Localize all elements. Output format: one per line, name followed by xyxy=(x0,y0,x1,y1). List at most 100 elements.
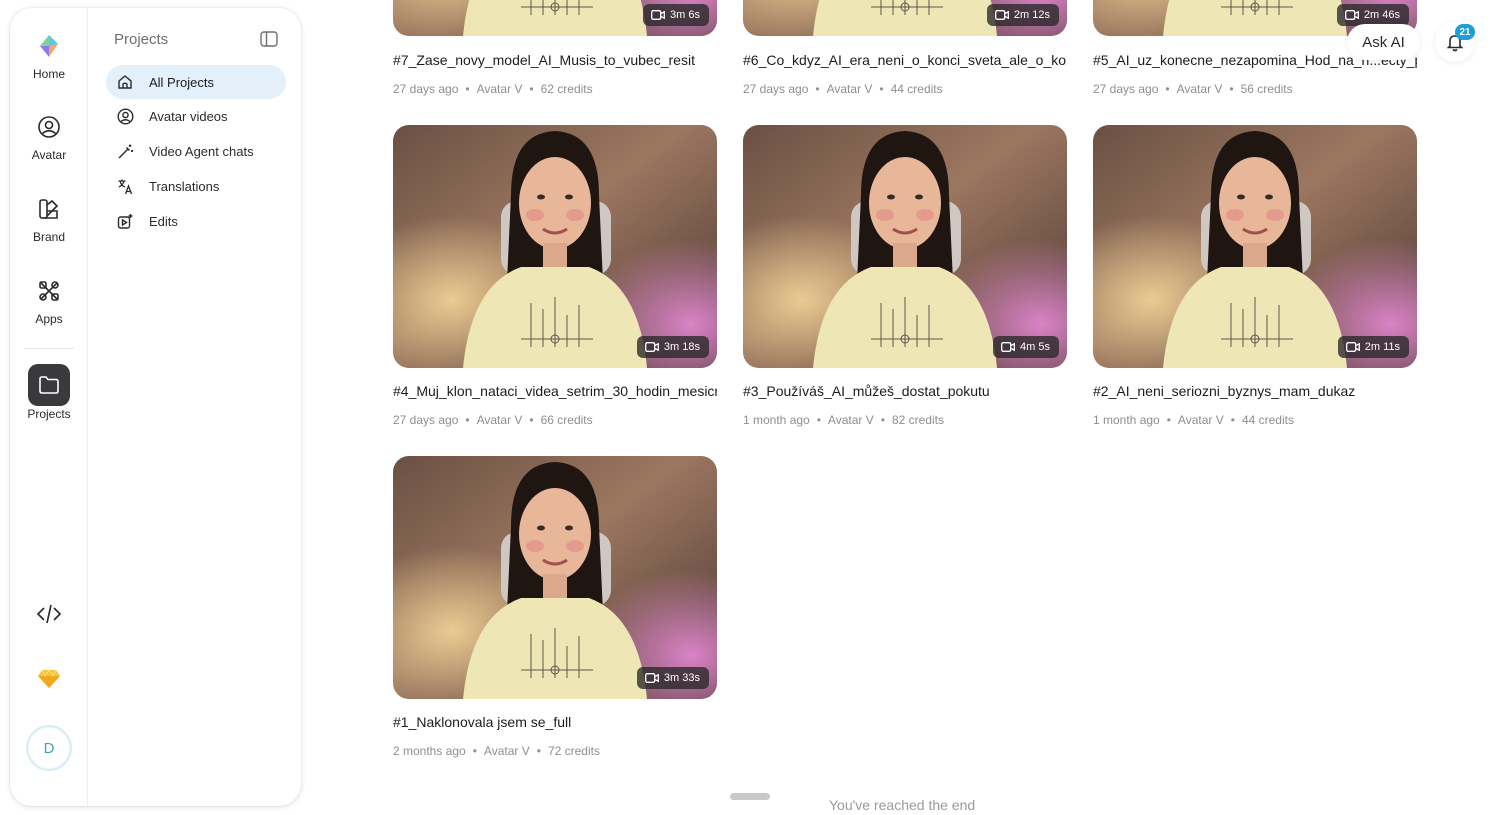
project-title[interactable]: #1_Naklonovala jsem se_full xyxy=(393,714,717,730)
duration-text: 3m 6s xyxy=(670,9,700,21)
rail-item-brand[interactable]: Brand xyxy=(10,189,88,244)
nav-item-translations[interactable]: Translations xyxy=(106,169,286,203)
project-meta: 1 month ago • Avatar V • 82 credits xyxy=(743,413,944,427)
project-credits: 82 credits xyxy=(891,413,944,427)
user-circle-icon xyxy=(29,107,69,147)
nav-title: Projects xyxy=(114,31,169,48)
translate-icon xyxy=(116,177,134,195)
duration-badge: 2m 11s xyxy=(1337,336,1409,358)
project-avatar: Avatar V xyxy=(476,82,523,96)
video-thumbnail[interactable]: 3m 6s xyxy=(393,0,717,36)
nav-item-video-agent-chats[interactable]: Video Agent chats xyxy=(106,135,286,169)
folder-icon xyxy=(28,364,70,406)
duration-badge: 3m 18s xyxy=(636,336,709,358)
rail-divider xyxy=(24,348,74,349)
project-title[interactable]: #2_AI_neni_seriozni_byznys_mam_dukaz xyxy=(1093,383,1417,399)
video-camera-icon xyxy=(645,342,659,352)
project-title[interactable]: #6_Co_kdyz_AI_era_neni_o_konci_sveta_ale… xyxy=(743,52,1067,68)
duration-badge: 2m 12s xyxy=(986,4,1059,26)
duration-badge: 3m 33s xyxy=(636,667,709,689)
nav-item-all-projects[interactable]: All Projects xyxy=(106,65,286,99)
end-of-list-message: You've reached the end xyxy=(829,797,976,813)
project-meta: 27 days ago • Avatar V • 62 credits xyxy=(393,82,593,96)
sidebar-toggle-icon xyxy=(260,31,278,47)
meta-separator: • xyxy=(529,413,534,427)
nav-item-label: Edits xyxy=(149,213,178,229)
rail-item-home[interactable]: Home xyxy=(10,26,88,81)
video-thumbnail[interactable]: 4m 5s xyxy=(743,125,1067,368)
video-thumbnail[interactable]: 3m 33s xyxy=(393,456,717,699)
diamond-icon xyxy=(37,669,61,694)
project-age: 1 month ago xyxy=(1093,413,1160,427)
collapse-sidebar-button[interactable] xyxy=(260,31,278,47)
notification-count-badge: 21 xyxy=(1455,24,1475,40)
duration-text: 2m 12s xyxy=(1013,9,1050,21)
duration-text: 2m 46s xyxy=(1363,9,1400,21)
project-meta: 1 month ago • Avatar V • 44 credits xyxy=(1093,413,1294,427)
meta-separator: • xyxy=(816,413,821,427)
project-age: 2 months ago xyxy=(393,744,466,758)
user-avatar-button[interactable]: D xyxy=(10,725,88,771)
meta-separator: • xyxy=(472,744,477,758)
code-icon xyxy=(36,602,62,631)
duration-text: 3m 18s xyxy=(663,341,700,353)
video-thumbnail[interactable]: 2m 11s xyxy=(1093,125,1417,368)
icon-rail: Home Avatar Brand Apps Projects D xyxy=(10,8,88,806)
nav-item-avatar-videos[interactable]: Avatar videos xyxy=(106,100,286,134)
nav-item-label: Translations xyxy=(149,178,220,194)
rail-label-brand: Brand xyxy=(32,230,66,244)
scroll-handle[interactable] xyxy=(730,793,770,800)
rail-item-avatar[interactable]: Avatar xyxy=(10,107,88,162)
project-credits: 72 credits xyxy=(547,744,600,758)
apps-icon xyxy=(29,271,69,311)
video-thumbnail[interactable]: 3m 18s xyxy=(393,125,717,368)
video-camera-icon xyxy=(1346,342,1360,352)
video-thumbnail[interactable]: 2m 12s xyxy=(743,0,1067,36)
meta-separator: • xyxy=(465,413,470,427)
meta-separator: • xyxy=(879,82,884,96)
project-avatar: Avatar V xyxy=(1176,82,1223,96)
duration-text: 4m 5s xyxy=(1020,341,1050,353)
project-credits: 44 credits xyxy=(1241,413,1294,427)
project-meta: 2 months ago • Avatar V • 72 credits xyxy=(393,744,600,758)
project-credits: 62 credits xyxy=(540,82,593,96)
meta-separator: • xyxy=(529,82,534,96)
logo-icon xyxy=(29,26,69,66)
rail-item-projects[interactable]: Projects xyxy=(10,364,88,421)
rail-label-home: Home xyxy=(32,67,65,81)
project-meta: 27 days ago • Avatar V • 44 credits xyxy=(743,82,943,96)
duration-text: 3m 33s xyxy=(663,672,700,684)
meta-separator: • xyxy=(465,82,470,96)
projects-nav: Projects All Projects Avatar videos Vide… xyxy=(100,8,301,806)
avatar: D xyxy=(26,725,72,771)
embed-code-button[interactable] xyxy=(10,602,88,631)
project-avatar: Avatar V xyxy=(476,413,523,427)
nav-item-edits[interactable]: Edits xyxy=(106,204,286,238)
nav-item-label: All Projects xyxy=(149,74,215,90)
project-title[interactable]: #4_Muj_klon_nataci_videa_setrim_30_hodin… xyxy=(393,383,717,399)
ask-ai-button[interactable]: Ask AI xyxy=(1347,24,1420,60)
magic-wand-icon xyxy=(116,143,134,161)
project-avatar: Avatar V xyxy=(483,744,530,758)
duration-text: 2m 11s xyxy=(1364,341,1400,353)
video-edit-icon xyxy=(116,212,134,230)
projects-page: Home Avatar Brand Apps Projects D Projec… xyxy=(0,0,1500,815)
project-age: 27 days ago xyxy=(1093,82,1159,96)
project-title[interactable]: #3_Používáš_AI_můžeš_dostat_pokutu xyxy=(743,383,1067,399)
nav-item-label: Avatar videos xyxy=(149,109,228,125)
project-age: 1 month ago xyxy=(743,413,810,427)
project-credits: 56 credits xyxy=(1240,82,1293,96)
project-title[interactable]: #7_Zase_novy_model_AI_Musis_to_vubec_res… xyxy=(393,52,717,68)
home-icon xyxy=(116,73,134,91)
video-camera-icon xyxy=(1345,10,1359,20)
video-camera-icon xyxy=(995,10,1009,20)
avatar-icon xyxy=(116,108,134,126)
project-age: 27 days ago xyxy=(743,82,809,96)
video-camera-icon xyxy=(651,10,665,20)
meta-separator: • xyxy=(1165,82,1170,96)
duration-badge: 3m 6s xyxy=(643,4,709,26)
upgrade-button[interactable] xyxy=(10,669,88,694)
duration-badge: 4m 5s xyxy=(993,336,1059,358)
meta-separator: • xyxy=(536,744,541,758)
rail-item-apps[interactable]: Apps xyxy=(10,271,88,326)
